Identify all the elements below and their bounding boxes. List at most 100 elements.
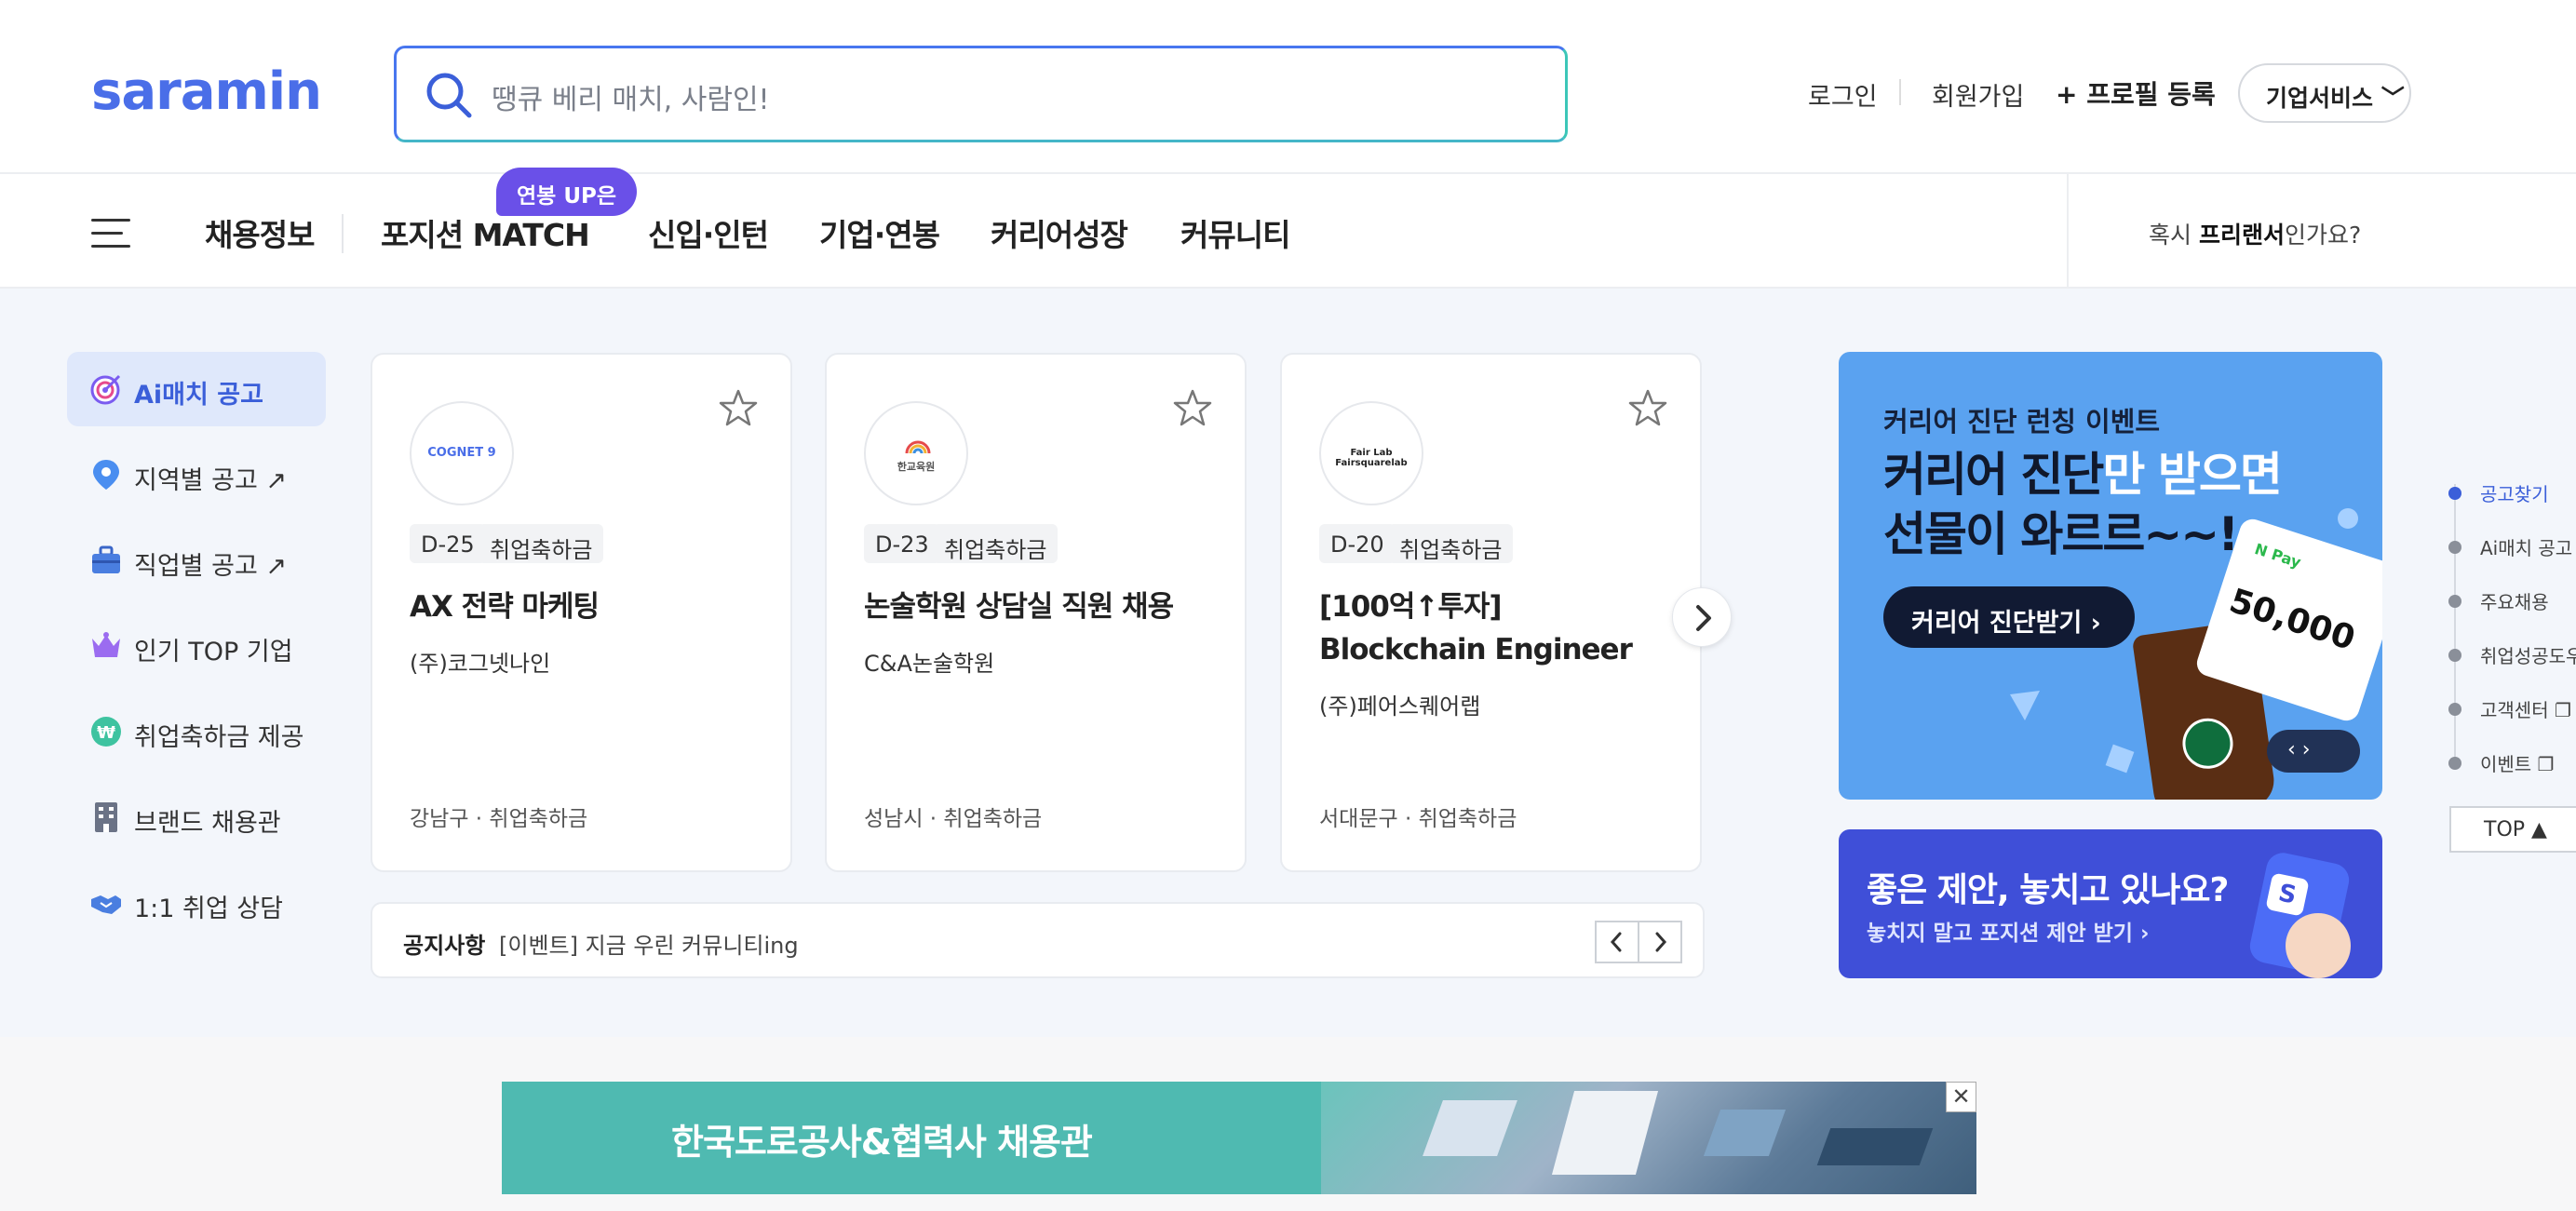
banner-headline: 커리어 진단만 받으면 선물이 와르르~~! [1883, 448, 2283, 561]
sidebar-item-label: Ai매치 공고 [134, 381, 263, 410]
sidebar-item-top-companies[interactable]: 인기 TOP 기업 [67, 609, 326, 683]
sidebar-item-bonus[interactable]: ₩ 취업축하금 제공 [67, 694, 326, 769]
career-diagnosis-button[interactable]: 커리어 진단받기 › [1883, 586, 2135, 648]
svg-text:₩: ₩ [97, 723, 115, 743]
star-bookmark-icon[interactable] [1173, 388, 1212, 427]
quicknav-dot [2448, 595, 2461, 608]
chevron-right-icon [1655, 932, 1667, 952]
won-coin-icon: ₩ [91, 717, 121, 747]
quicknav-job-search[interactable]: 공고찾기 [2480, 479, 2549, 506]
sidebar-item-label: 인기 TOP 기업 [134, 638, 293, 666]
banner-headline: 좋은 제안, 놓치고 있나요? [1867, 871, 2229, 909]
position-offer-banner[interactable]: 좋은 제안, 놓치고 있나요? 놓치지 말고 포지션 제안 받기 › S [1839, 829, 2382, 978]
freelancer-link[interactable]: 혹시 프리랜서인가요? [2149, 217, 2361, 250]
search-input[interactable]: 땡큐 베리 매치, 사람인! [492, 76, 770, 117]
bonus-tag: 취업축하금 [1388, 524, 1514, 563]
sidebar-item-occupation[interactable]: 직업별 공고 ↗ [67, 523, 326, 598]
job-location: 강남구 · 취업축하금 [410, 807, 588, 831]
nav-newcomer-intern[interactable]: 신입·인턴 [648, 210, 769, 255]
job-card[interactable]: Fair Lab Fairsquarelab D-20 취업축하금 [100억↑… [1280, 353, 1702, 872]
quicknav-customer-center[interactable]: 고객센터 ❐ [2480, 695, 2571, 722]
bonus-tag: 취업축하금 [933, 524, 1059, 563]
notice-prev-button[interactable] [1595, 921, 1639, 963]
job-card[interactable]: 한교육원 D-23 취업축하금 논술학원 상담실 직원 채용 C&A논술학원 성… [825, 353, 1247, 872]
notice-text[interactable]: [이벤트] 지금 우린 커뮤니티ing [499, 927, 799, 960]
hand-illustration [2286, 913, 2351, 978]
quicknav-dot [2448, 541, 2461, 554]
quicknav-dot [2448, 649, 2461, 662]
npay-amount: 50,000 [2224, 582, 2360, 659]
salary-up-badge: 연봉 UP은 [496, 168, 638, 216]
sidebar-item-region[interactable]: 지역별 공고 ↗ [67, 437, 326, 512]
search-icon[interactable] [425, 71, 473, 119]
location-pin-icon [93, 460, 119, 490]
scroll-top-button[interactable]: TOP ▲ [2449, 806, 2576, 853]
search-bar[interactable]: 땡큐 베리 매치, 사람인! [394, 46, 1568, 142]
profile-register-button[interactable]: + 프로필 등록 [2056, 74, 2216, 112]
star-bookmark-icon[interactable] [1628, 388, 1667, 427]
header-divider [1899, 79, 1901, 105]
crown-icon [92, 632, 120, 657]
banner-subtitle: 커리어 진단 런칭 이벤트 [1883, 406, 2161, 437]
job-location: 성남시 · 취업축하금 [864, 807, 1043, 831]
company-name[interactable]: C&A논술학원 [864, 645, 994, 678]
star-bookmark-icon[interactable] [719, 388, 758, 427]
banner-subtitle: 놓치지 말고 포지션 제안 받기 › [1867, 922, 2150, 946]
saramin-s-icon: S [2265, 872, 2310, 917]
target-icon [90, 374, 121, 405]
ad-close-button[interactable]: ✕ [1946, 1082, 1976, 1112]
job-card[interactable]: COGNET 9 D-25 취업축하금 AX 전략 마케팅 (주)코그넷나인 강… [371, 353, 792, 872]
rainbow-logo-icon [905, 440, 931, 454]
bonus-tag: 취업축하금 [479, 524, 604, 563]
briefcase-icon [92, 545, 120, 573]
confetti-shape [2010, 691, 2040, 720]
quicknav-dot [2448, 757, 2461, 770]
ad-banner[interactable]: 한국도로공사&협력사 채용관 ✕ [502, 1082, 1976, 1194]
starbucks-logo-icon [2178, 715, 2236, 773]
saramin-logo[interactable]: saramin [91, 61, 322, 122]
nav-right-divider [2067, 174, 2069, 287]
nav-position-match[interactable]: 포지션 MATCH [381, 210, 590, 255]
nav-company-salary[interactable]: 기업·연봉 [819, 210, 940, 255]
confetti-dot [2338, 508, 2358, 529]
company-name[interactable]: (주)코그넷나인 [410, 645, 550, 678]
job-title[interactable]: 논술학원 상담실 직원 채용 [864, 585, 1218, 628]
sidebar-item-label: 지역별 공고 ↗ [134, 466, 287, 495]
dday-badge: D-20 [1319, 524, 1396, 563]
business-service-dropdown[interactable]: 기업서비스 ﹀ [2238, 63, 2411, 123]
quicknav-ai-match[interactable]: Ai매치 공고 [2480, 533, 2572, 560]
company-logo: COGNET 9 [410, 401, 514, 505]
company-logo: 한교육원 [864, 401, 968, 505]
confetti-shape [2105, 744, 2135, 774]
notice-next-button[interactable] [1638, 921, 1682, 963]
quicknav-success-helper[interactable]: 취업성공도우 [2480, 641, 2576, 668]
sidebar-item-brand[interactable]: 브랜드 채용관 [67, 780, 326, 854]
job-title[interactable]: [100억↑투자] Blockchain Engineer [1319, 585, 1673, 671]
chevron-right-icon [1696, 605, 1711, 631]
company-name[interactable]: (주)페어스퀘어랩 [1319, 688, 1480, 720]
banner-slider-controls[interactable]: ‹ › [2267, 730, 2360, 773]
job-title[interactable]: AX 전략 마케팅 [410, 585, 763, 628]
signup-link[interactable]: 회원가입 [1932, 76, 2024, 113]
quicknav-event[interactable]: 이벤트 ❐ [2480, 749, 2555, 776]
nav-community[interactable]: 커뮤니티 [1180, 210, 1290, 255]
city-illustration [1321, 1082, 1976, 1194]
sidebar-item-label: 1:1 취업 상담 [134, 895, 283, 923]
career-diagnosis-banner[interactable]: 커리어 진단 런칭 이벤트 커리어 진단만 받으면 선물이 와르르~~! 커리어… [1839, 352, 2382, 800]
sidebar-item-ai-match[interactable]: Ai매치 공고 [67, 352, 326, 426]
company-logo: Fair Lab Fairsquarelab [1319, 401, 1423, 505]
login-link[interactable]: 로그인 [1808, 76, 1878, 113]
quicknav-main-jobs[interactable]: 주요채용 [2480, 587, 2549, 614]
quicknav-dot [2448, 703, 2461, 716]
sidebar-item-consulting[interactable]: 1:1 취업 상담 [67, 866, 326, 940]
building-icon [95, 802, 117, 832]
hamburger-menu-icon[interactable] [91, 219, 130, 249]
dday-badge: D-23 [864, 524, 940, 563]
notice-label: 공지사항 [403, 933, 486, 959]
quicknav-line [2454, 484, 2456, 763]
nav-career-growth[interactable]: 커리어성장 [991, 210, 1128, 255]
notice-bar: 공지사항 [이벤트] 지금 우린 커뮤니티ing [371, 902, 1705, 978]
carousel-next-button[interactable] [1672, 587, 1732, 647]
nav-job-info[interactable]: 채용정보 [205, 210, 315, 255]
chevron-left-icon [1610, 932, 1622, 952]
